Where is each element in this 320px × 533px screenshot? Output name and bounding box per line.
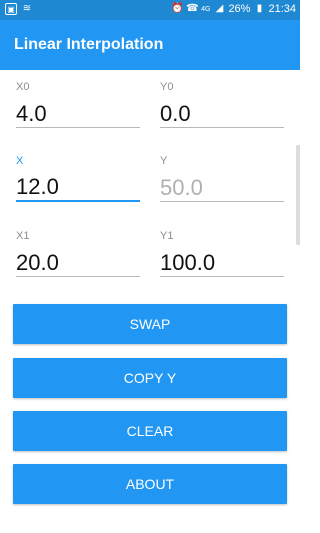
y0-input[interactable] [160, 100, 284, 128]
y0-field: Y0 [160, 80, 284, 128]
y0-label: Y0 [160, 81, 174, 93]
status-right: ⏰ ☎ 4G ◢ 26% ▮ 21:34 [171, 3, 296, 15]
wifi-icon: ≋ [22, 3, 32, 14]
x1-label: X1 [16, 230, 30, 242]
swap-button[interactable]: SWAP [13, 304, 287, 344]
y-field: Y [160, 154, 284, 202]
y1-field: Y1 [160, 229, 284, 277]
alarm-icon: ⏰ [171, 3, 184, 14]
app-title: Linear Interpolation [14, 36, 164, 53]
image-icon: ▣ [5, 3, 17, 15]
x0-field: X0 [16, 80, 140, 128]
y-label: Y [160, 155, 168, 167]
about-button[interactable]: ABOUT [13, 464, 287, 504]
clear-button[interactable]: CLEAR [13, 411, 287, 451]
x1-field: X1 [16, 229, 140, 277]
app-bar: Linear Interpolation [0, 20, 300, 70]
status-bar: ▣ ≋ ⏰ ☎ 4G ◢ 26% ▮ 21:34 [0, 0, 300, 20]
x0-label: X0 [16, 81, 30, 93]
y1-input[interactable] [160, 249, 284, 277]
x-input[interactable] [16, 174, 140, 202]
battery-percent: 26% [228, 3, 251, 15]
status-left: ▣ ≋ [5, 3, 33, 15]
x-field: X [16, 154, 140, 202]
scroll-handle[interactable] [296, 145, 300, 245]
y1-label: Y1 [160, 230, 174, 242]
copy-y-button[interactable]: COPY Y [13, 358, 287, 398]
phone-icon: ☎ [186, 3, 199, 14]
x1-input[interactable] [16, 249, 140, 277]
network-label: 4G [201, 5, 211, 13]
y-output [160, 174, 284, 202]
battery-icon: ▮ [256, 3, 263, 14]
clock-time: 21:34 [268, 3, 296, 15]
x-label: X [16, 155, 24, 167]
signal-icon: ◢ [215, 3, 224, 14]
x0-input[interactable] [16, 100, 140, 128]
